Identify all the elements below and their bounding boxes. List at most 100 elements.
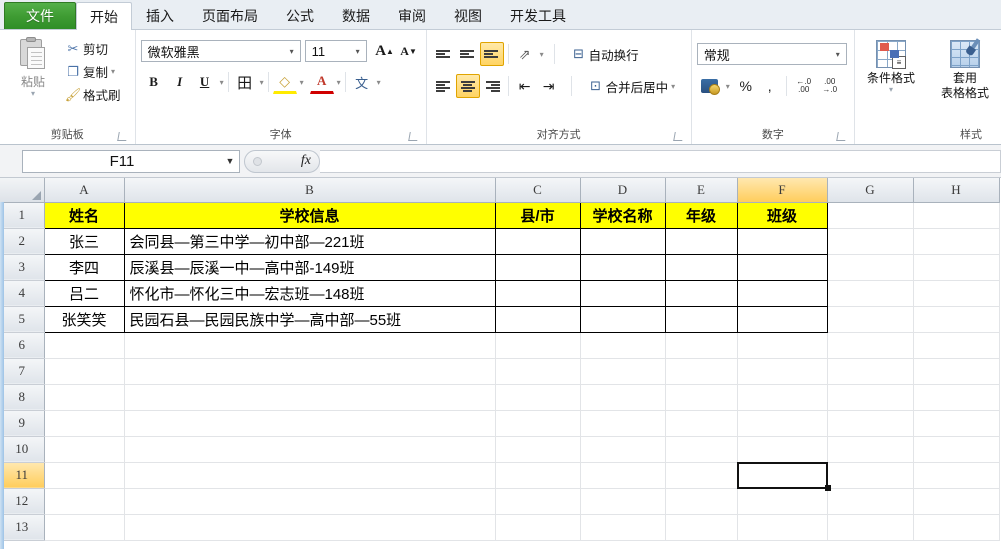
phonetic-guide-button[interactable]: 文 — [350, 70, 374, 94]
cell-A5[interactable]: 张笑笑 — [43, 305, 125, 333]
conditional-formatting-caret-icon[interactable]: ▾ — [889, 86, 893, 94]
row-header-8[interactable]: 8 — [0, 384, 45, 411]
comma-style-button[interactable]: , — [758, 74, 782, 98]
font-name-combo[interactable]: 微软雅黑 ▾ — [140, 40, 301, 62]
cell-G6[interactable] — [827, 332, 914, 359]
cell-A11[interactable] — [44, 462, 125, 489]
cell-H6[interactable] — [913, 332, 1000, 359]
cell-B3[interactable]: 辰溪县—辰溪一中—高中部-149班 — [123, 253, 496, 281]
paste-dropdown-caret-icon[interactable]: ▾ — [31, 90, 35, 98]
cell-C2[interactable] — [494, 227, 581, 255]
cell-A8[interactable] — [44, 384, 125, 411]
format-painter-button[interactable]: 🖌 格式刷 — [61, 83, 130, 106]
tab-view[interactable]: 视图 — [440, 2, 496, 29]
wrap-text-button[interactable]: ⊟ 自动换行 — [567, 42, 638, 66]
align-center-button[interactable] — [455, 74, 480, 98]
cut-button[interactable]: ✂ 剪切 — [61, 37, 130, 60]
conditional-formatting-button[interactable]: ≡ 条件格式 ▾ — [860, 36, 922, 126]
name-box-caret-icon[interactable]: ▼ — [221, 156, 239, 166]
cell-E9[interactable] — [665, 410, 738, 437]
row-header-3[interactable]: 3 — [0, 254, 45, 281]
format-as-table-button[interactable]: 套用 表格格式 — [934, 36, 996, 126]
align-top-button[interactable] — [432, 42, 456, 66]
cell-B4[interactable]: 怀化市—怀化三中—宏志班—148班 — [123, 279, 496, 307]
cell-F7[interactable] — [737, 358, 828, 385]
cell-D7[interactable] — [580, 358, 666, 385]
cell-F11[interactable] — [737, 462, 828, 489]
decrease-font-size-button[interactable]: A ▼ — [397, 39, 421, 63]
cell-A4[interactable]: 吕二 — [43, 279, 125, 307]
select-all-corner[interactable] — [0, 178, 45, 203]
cell-G2[interactable] — [827, 228, 914, 255]
cell-E4[interactable] — [664, 279, 738, 307]
phonetic-caret-icon[interactable]: ▾ — [377, 78, 381, 87]
cell-H9[interactable] — [913, 410, 1000, 437]
orientation-caret-icon[interactable]: ▾ — [540, 50, 544, 59]
cell-C7[interactable] — [495, 358, 581, 385]
cell-B7[interactable] — [124, 358, 496, 385]
cell-B10[interactable] — [124, 436, 496, 463]
align-middle-button[interactable] — [456, 42, 480, 66]
cell-G13[interactable] — [827, 514, 914, 541]
cell-G7[interactable] — [827, 358, 914, 385]
cell-A9[interactable] — [44, 410, 125, 437]
cell-B6[interactable] — [124, 332, 496, 359]
cell-D3[interactable] — [579, 253, 666, 281]
tab-page-layout[interactable]: 页面布局 — [188, 2, 272, 29]
cell-G1[interactable] — [827, 202, 914, 229]
cell-C1[interactable]: 县/市 — [494, 201, 581, 229]
italic-button[interactable]: I — [167, 70, 193, 94]
borders-button[interactable]: 田 — [233, 70, 257, 94]
cell-B1[interactable]: 学校信息 — [123, 201, 496, 229]
cell-D5[interactable] — [579, 305, 666, 333]
cell-D10[interactable] — [580, 436, 666, 463]
column-header-a[interactable]: A — [44, 178, 125, 203]
cell-G8[interactable] — [827, 384, 914, 411]
cell-D1[interactable]: 学校名称 — [579, 201, 666, 229]
cell-B5[interactable]: 民园石县—民园民族中学—高中部—55班 — [123, 305, 496, 333]
cell-C8[interactable] — [495, 384, 581, 411]
fill-color-button[interactable]: ◇ — [272, 70, 297, 94]
cell-A6[interactable] — [44, 332, 125, 359]
cell-E13[interactable] — [665, 514, 738, 541]
cell-E3[interactable] — [664, 253, 738, 281]
cell-H3[interactable] — [913, 254, 1000, 281]
cell-D2[interactable] — [579, 227, 666, 255]
cell-D13[interactable] — [580, 514, 666, 541]
cell-H8[interactable] — [913, 384, 1000, 411]
cell-F1[interactable]: 班级 — [736, 201, 828, 229]
tab-insert[interactable]: 插入 — [132, 2, 188, 29]
name-box[interactable]: F11 ▼ — [22, 149, 240, 173]
cell-E8[interactable] — [665, 384, 738, 411]
clipboard-dialog-launcher[interactable] — [118, 132, 128, 142]
number-format-combo[interactable]: 常规 ▾ — [696, 43, 847, 65]
cell-D12[interactable] — [580, 488, 666, 515]
cell-C10[interactable] — [495, 436, 581, 463]
cell-H7[interactable] — [913, 358, 1000, 385]
align-left-button[interactable] — [432, 74, 456, 98]
cell-G10[interactable] — [827, 436, 914, 463]
cell-F9[interactable] — [737, 410, 828, 437]
cell-G3[interactable] — [827, 254, 914, 281]
cell-A12[interactable] — [44, 488, 125, 515]
row-header-12[interactable]: 12 — [0, 488, 45, 515]
cell-C11[interactable] — [495, 462, 581, 489]
percent-style-button[interactable]: % — [734, 74, 758, 98]
align-bottom-button[interactable] — [479, 42, 504, 66]
row-header-4[interactable]: 4 — [0, 280, 45, 307]
column-header-c[interactable]: C — [495, 178, 581, 203]
accounting-caret-icon[interactable]: ▾ — [726, 82, 730, 91]
formula-input[interactable] — [320, 149, 1001, 173]
cell-F5[interactable] — [736, 305, 828, 333]
cell-B8[interactable] — [124, 384, 496, 411]
copy-button[interactable]: ❐ 复制 ▾ — [61, 60, 130, 83]
cell-B12[interactable] — [124, 488, 496, 515]
cell-B9[interactable] — [124, 410, 496, 437]
cell-F12[interactable] — [737, 488, 828, 515]
cell-C9[interactable] — [495, 410, 581, 437]
cell-H4[interactable] — [913, 280, 1000, 307]
font-color-button[interactable]: A — [309, 70, 334, 94]
cell-G11[interactable] — [827, 462, 914, 489]
row-header-2[interactable]: 2 — [0, 228, 45, 255]
cell-F8[interactable] — [737, 384, 828, 411]
